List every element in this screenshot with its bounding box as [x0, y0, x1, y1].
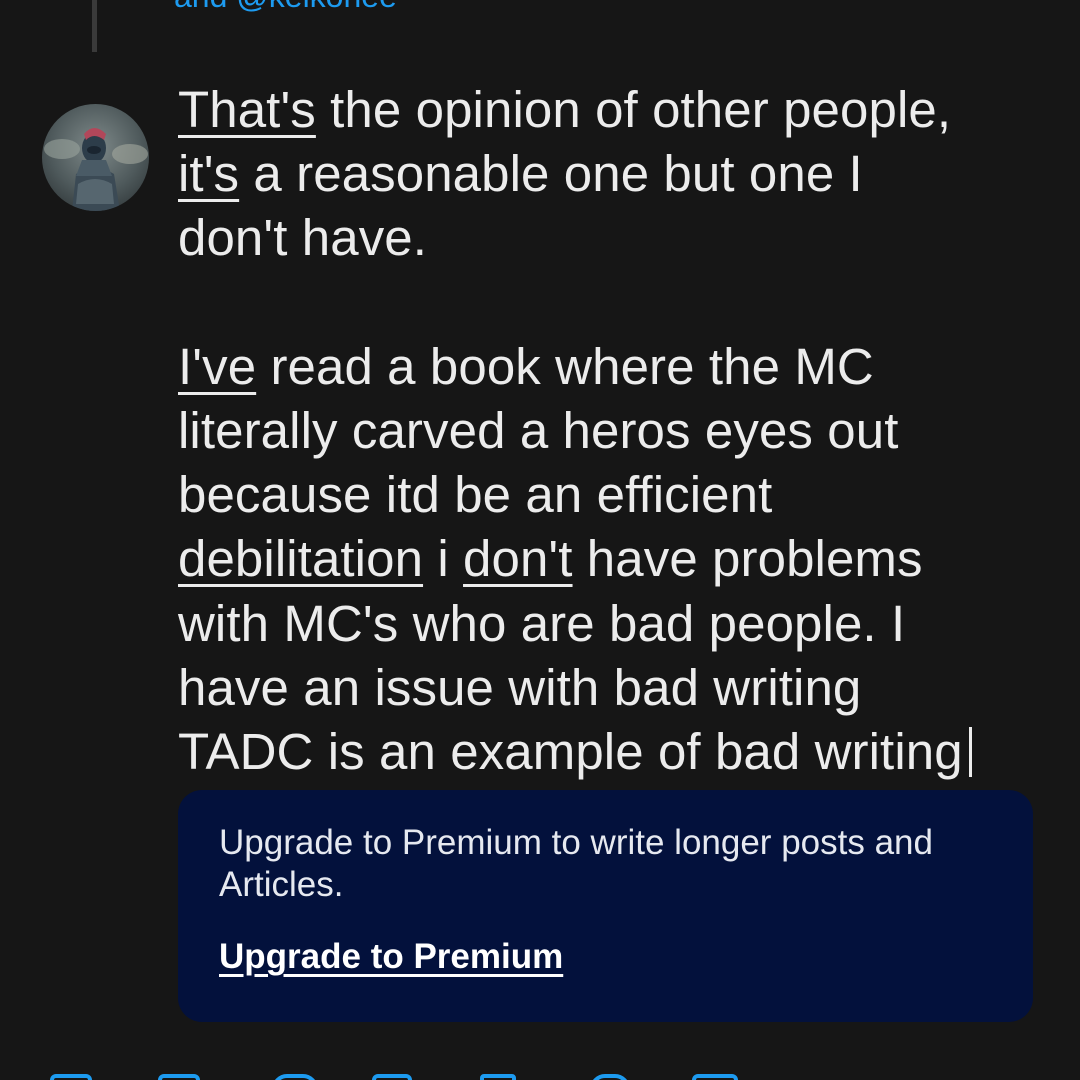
compose-text-line: debilitation i don't have problems — [178, 527, 1058, 591]
compose-text-segment: TADC is an example of bad writing — [178, 723, 963, 781]
compose-text-segment: don't have. — [178, 209, 428, 267]
compose-text-line: I've read a book where the MC — [178, 335, 1058, 399]
flagged-word[interactable]: it's — [178, 145, 239, 202]
compose-text-segment: have an issue with bad writing — [178, 658, 862, 716]
grok-icon[interactable] — [272, 1074, 318, 1080]
compose-text-segment: because itd be an efficient — [178, 466, 773, 524]
compose-toolbar — [0, 1060, 1080, 1080]
compose-text-line: That's the opinion of other people, — [178, 78, 1058, 142]
premium-upsell-message: Upgrade to Premium to write longer posts… — [219, 823, 933, 904]
thread-connector-line — [92, 0, 97, 52]
compose-text-segment: i — [423, 530, 464, 588]
compose-reply-screen: and @keikonee That's the opinion of othe… — [0, 0, 1080, 1080]
compose-text-line: it's a reasonable one but one I — [178, 142, 1058, 206]
compose-text-segment: the opinion of other people, — [315, 81, 952, 138]
compose-text-line: TADC is an example of bad writing — [178, 720, 1058, 784]
replying-to-label[interactable]: and @keikonee — [174, 0, 397, 15]
gif-icon[interactable] — [158, 1074, 200, 1080]
compose-text-segment: read a book where the MC — [256, 337, 874, 395]
avatar-image — [42, 104, 149, 211]
flagged-word[interactable]: debilitation — [178, 530, 423, 587]
avatar[interactable] — [42, 104, 149, 211]
flagged-word[interactable]: don't — [463, 530, 573, 587]
compose-text-segment: have problems — [572, 530, 923, 588]
emoji-icon[interactable] — [480, 1074, 516, 1080]
schedule-icon[interactable] — [590, 1074, 630, 1080]
poll-icon[interactable] — [372, 1074, 412, 1080]
image-icon[interactable] — [50, 1074, 92, 1080]
compose-text-line: because itd be an efficient — [178, 463, 1058, 527]
compose-text-line: don't have. — [178, 206, 1058, 270]
premium-upsell-card: Upgrade to Premium to write longer posts… — [178, 790, 1033, 1022]
text-cursor — [968, 727, 972, 778]
upgrade-to-premium-link[interactable]: Upgrade to Premium — [219, 937, 563, 977]
compose-text-field[interactable]: That's the opinion of other people, it's … — [178, 78, 1058, 784]
compose-text-line: have an issue with bad writing — [178, 656, 1058, 720]
compose-text-segment: literally carved a heros eyes out — [178, 402, 899, 460]
compose-text-segment: a reasonable one but one I — [239, 145, 863, 203]
compose-text-segment: with MC's who are bad people. I — [178, 594, 906, 652]
compose-text-line — [178, 271, 1058, 335]
flagged-word[interactable]: That's — [178, 81, 316, 138]
compose-text-line: with MC's who are bad people. I — [178, 592, 1058, 656]
flagged-word[interactable]: I've — [178, 338, 256, 395]
location-icon[interactable] — [692, 1074, 738, 1080]
compose-text-line: literally carved a heros eyes out — [178, 399, 1058, 463]
